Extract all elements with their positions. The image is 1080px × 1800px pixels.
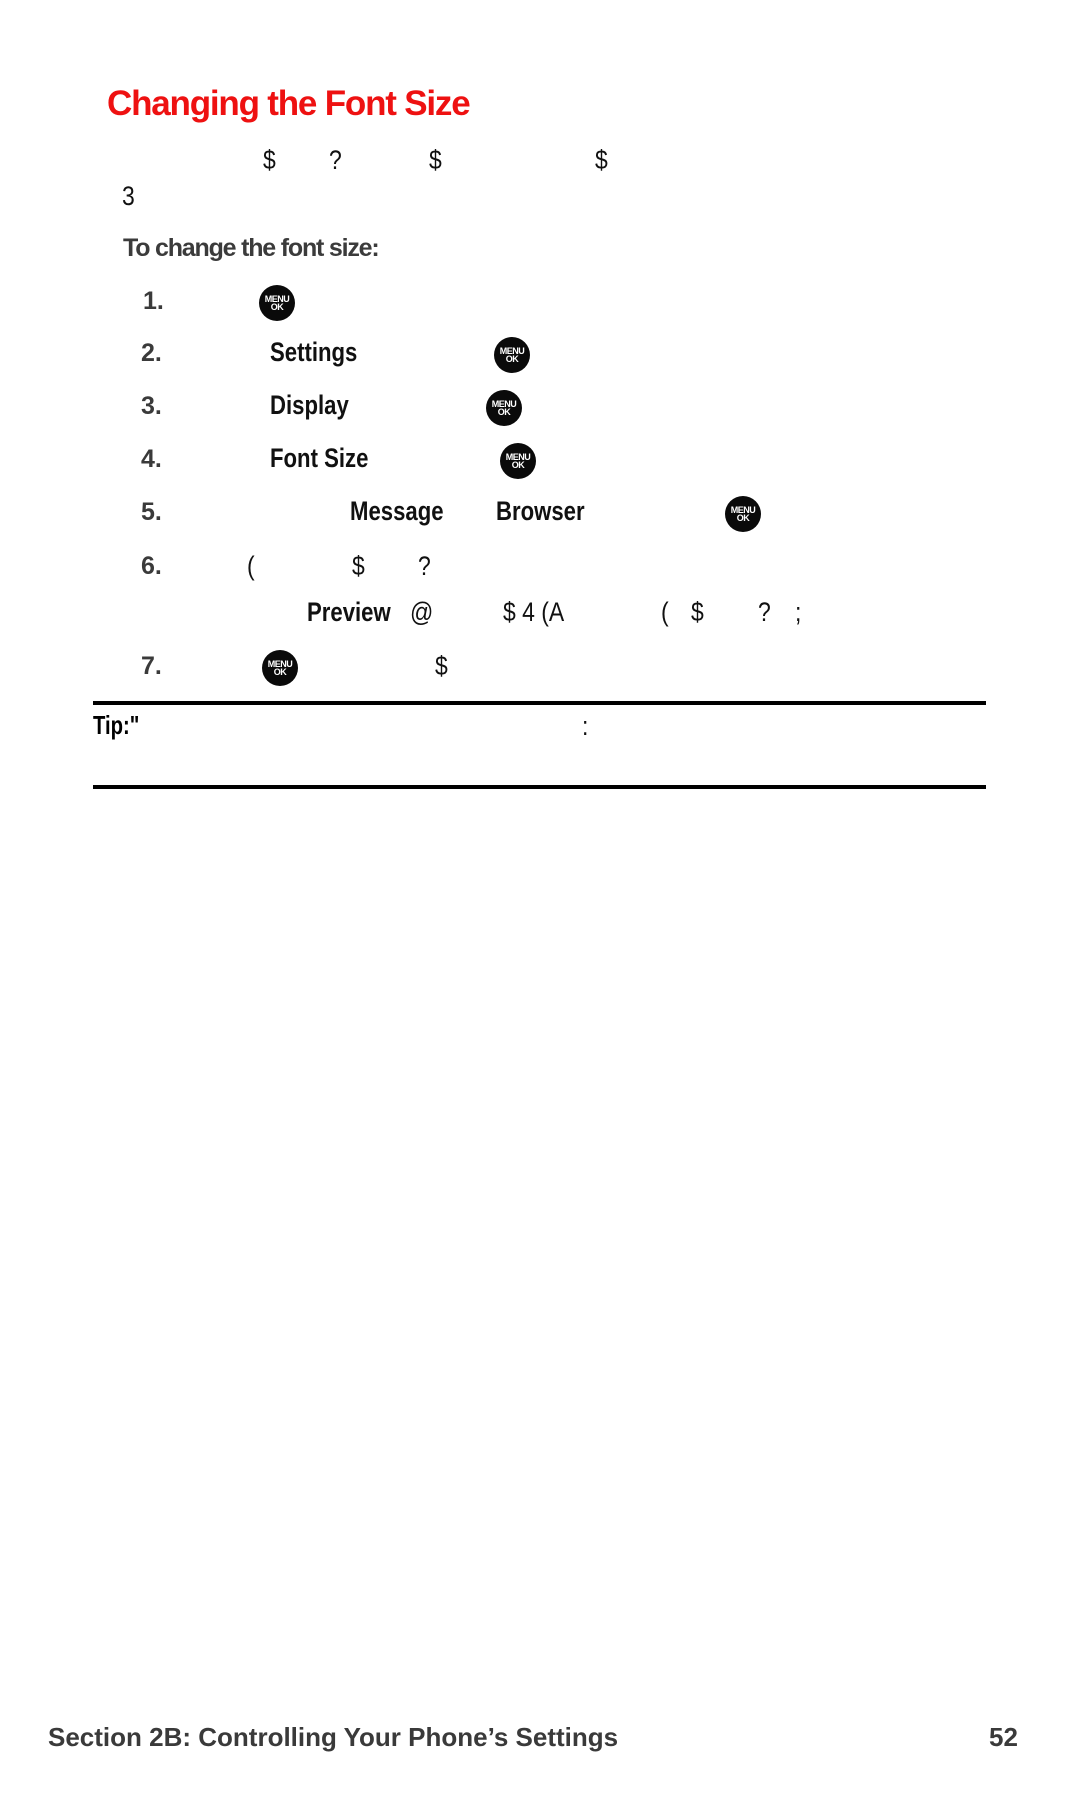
step-number: 4. [141,445,162,473]
menu-term-font-size: Font Size [270,443,369,473]
menu-term-browser: Browser [496,496,585,526]
menu-term-message: Message [350,496,444,526]
step-glyph: $ 4 (A [503,597,565,627]
step-number: 7. [141,652,162,680]
step-glyph: $ [435,651,448,681]
step-number: 2. [141,339,162,367]
intro-glyph: $ [429,145,442,175]
step-glyph: ; [795,597,802,627]
tip-label: Tip:" [93,710,140,740]
intro-glyph: $ [595,145,608,175]
page-title: Changing the Font Size [107,84,471,123]
menu-ok-icon: MENU OK [725,496,761,532]
menu-term-display: Display [270,390,349,420]
menu-term-preview: Preview [307,597,391,627]
step-number: 5. [141,498,162,526]
tip-glyph: : [582,711,589,741]
step-number: 3. [141,392,162,420]
step-glyph: ( [661,597,669,627]
page-number: 52 [989,1722,1018,1752]
step-glyph: ? [758,597,771,627]
intro-glyph: ? [329,145,342,175]
menu-ok-icon: MENU OK [486,390,522,426]
step-glyph: ( [247,551,255,581]
menu-ok-icon: MENU OK [494,337,530,373]
menu-ok-icon: MENU OK [259,285,295,321]
step-glyph: $ [691,597,704,627]
tip-bottom-rule [93,785,986,789]
menu-ok-icon: MENU OK [262,650,298,686]
intro-glyph: 3 [122,181,135,211]
section-title: Section 2B: Controlling Your Phone’s Set… [48,1722,619,1752]
menu-term-settings: Settings [270,337,358,367]
tip-top-rule [93,701,986,705]
menu-ok-icon: MENU OK [500,443,536,479]
step-number: 1. [143,287,164,315]
step-number: 6. [141,552,162,580]
step-glyph: @ [410,597,434,627]
step-glyph: ? [418,551,431,581]
intro-glyph: $ [263,145,276,175]
procedure-heading: To change the font size: [123,234,380,262]
step-glyph: $ [352,551,365,581]
